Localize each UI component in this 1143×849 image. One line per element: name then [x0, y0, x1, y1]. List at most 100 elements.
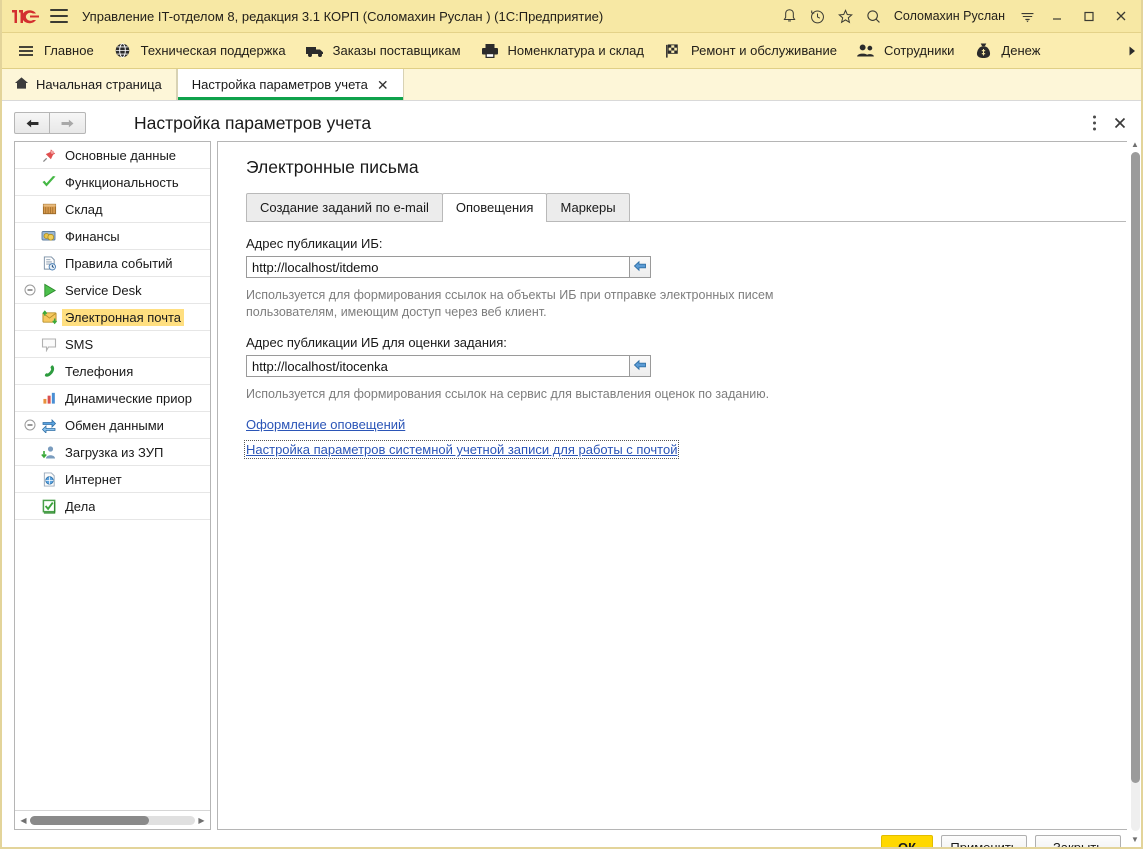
workspace: Основные данные Функциональность Склад — [0, 141, 1143, 830]
form-footer: ОК Применить Закрыть — [0, 830, 1143, 849]
people-icon — [856, 41, 876, 61]
ib-rating-address-select-button[interactable] — [629, 355, 651, 377]
back-button[interactable] — [14, 112, 50, 134]
tree-item-label: Электронная почта — [62, 309, 184, 326]
vertical-scrollbar-track[interactable] — [1131, 152, 1140, 831]
main-menu-lines-icon[interactable] — [1013, 2, 1041, 30]
form-tab-label: Маркеры — [560, 200, 615, 215]
window-tab-home[interactable]: Начальная страница — [0, 69, 177, 100]
form-vertical-scrollbar[interactable]: ▲ ▼ — [1127, 137, 1143, 846]
ib-publication-address-label: Адрес публикации ИБ: — [246, 236, 1126, 251]
tree-item-label: Динамические приор — [65, 391, 192, 406]
document-clock-icon — [39, 254, 59, 272]
menu-item-money[interactable]: Денеж — [967, 33, 1053, 68]
tree-item-finance[interactable]: Финансы — [15, 223, 210, 250]
system-account-settings-link-wrap: Настройка параметров системной учетной з… — [246, 442, 1126, 467]
forward-button[interactable] — [50, 112, 86, 134]
tree-expander-collapse-icon[interactable] — [21, 419, 39, 431]
scroll-down-arrow-icon[interactable]: ▼ — [1127, 832, 1143, 846]
tree-item-internet[interactable]: Интернет — [15, 466, 210, 493]
kebab-menu-icon[interactable] — [1081, 110, 1107, 136]
ib-publication-address-input[interactable] — [246, 256, 629, 278]
menu-item-label: Сотрудники — [884, 43, 954, 58]
scroll-left-arrow-icon[interactable]: ◀ — [17, 816, 30, 825]
ib-rating-address-label: Адрес публикации ИБ для оценки задания: — [246, 335, 1126, 350]
truck-icon — [305, 41, 325, 61]
settings-content-panel: Электронные письма Создание заданий по e… — [217, 141, 1143, 830]
system-account-settings-link[interactable]: Настройка параметров системной учетной з… — [246, 442, 677, 457]
tree-item-label: Финансы — [65, 229, 120, 244]
vertical-scrollbar-thumb[interactable] — [1131, 152, 1140, 783]
tree-item-dynamic-priorities[interactable]: Динамические приор — [15, 385, 210, 412]
scrollbar-track[interactable] — [30, 816, 195, 825]
main-menu-burger-icon[interactable] — [50, 9, 68, 23]
menu-item-nomenclature-warehouse[interactable]: Номенклатура и склад — [474, 33, 657, 68]
current-user-label[interactable]: Соломахин Руслан — [888, 9, 1013, 23]
checkered-flag-icon — [663, 41, 683, 61]
tree-item-main-data[interactable]: Основные данные — [15, 142, 210, 169]
printer-icon — [480, 41, 500, 61]
close-form-icon[interactable] — [1107, 110, 1133, 136]
exchange-icon — [39, 416, 59, 434]
maximize-button[interactable] — [1073, 2, 1105, 30]
ib-rating-address-field-row — [246, 355, 651, 377]
email-icon — [39, 308, 59, 326]
ib-publication-address-select-button[interactable] — [629, 256, 651, 278]
tree-item-service-desk[interactable]: Service Desk — [15, 277, 210, 304]
minimize-button[interactable] — [1041, 2, 1073, 30]
tree-item-import-from-zup[interactable]: Загрузка из ЗУП — [15, 439, 210, 466]
window-tab-label: Настройка параметров учета — [192, 77, 368, 92]
tree-expander-collapse-icon[interactable] — [21, 284, 39, 296]
pin-icon — [39, 146, 59, 164]
ok-button[interactable]: ОК — [881, 835, 933, 849]
sms-bubble-icon — [39, 335, 59, 353]
notification-design-link[interactable]: Оформление оповещений — [246, 417, 405, 432]
notification-design-link-wrap: Оформление оповещений — [246, 417, 1126, 442]
ib-publication-address-hint: Используется для формирования ссылок на … — [246, 287, 806, 321]
history-clock-icon[interactable] — [804, 2, 832, 30]
menu-item-label: Ремонт и обслуживание — [691, 43, 837, 58]
tree-item-warehouse[interactable]: Склад — [15, 196, 210, 223]
blue-left-arrow-icon — [633, 259, 647, 276]
tree-item-event-rules[interactable]: Правила событий — [15, 250, 210, 277]
tree-item-telephony[interactable]: Телефония — [15, 358, 210, 385]
scroll-up-arrow-icon[interactable]: ▲ — [1127, 137, 1143, 151]
sections-menu-bar: Главное Техническая поддержка Заказы пос… — [0, 33, 1143, 69]
tab-markers[interactable]: Маркеры — [546, 193, 629, 221]
bell-icon[interactable] — [776, 2, 804, 30]
close-button[interactable] — [1105, 2, 1137, 30]
tab-notifications[interactable]: Оповещения — [442, 193, 548, 222]
tree-item-functionality[interactable]: Функциональность — [15, 169, 210, 196]
box-icon — [39, 200, 59, 218]
check-green-icon — [39, 173, 59, 191]
tree-item-data-exchange[interactable]: Обмен данными — [15, 412, 210, 439]
menu-item-label: Номенклатура и склад — [508, 43, 644, 58]
tree-item-sms[interactable]: SMS — [15, 331, 210, 358]
ib-rating-address-input[interactable] — [246, 355, 629, 377]
tab-create-tasks-by-email[interactable]: Создание заданий по e-mail — [246, 193, 443, 221]
favorites-star-icon[interactable] — [832, 2, 860, 30]
search-icon[interactable] — [860, 2, 888, 30]
menu-item-repair-service[interactable]: Ремонт и обслуживание — [657, 33, 850, 68]
tree-item-label: Правила событий — [65, 256, 173, 271]
menu-item-supplier-orders[interactable]: Заказы поставщикам — [299, 33, 474, 68]
phone-icon — [39, 362, 59, 380]
scroll-right-arrow-icon[interactable]: ▶ — [195, 816, 208, 825]
settings-tree-list: Основные данные Функциональность Склад — [15, 142, 210, 810]
internet-globe-icon — [39, 470, 59, 488]
bar-chart-icon — [39, 389, 59, 407]
scrollbar-thumb[interactable] — [30, 816, 149, 825]
tree-item-tasks[interactable]: Дела — [15, 493, 210, 520]
close-form-button[interactable]: Закрыть — [1035, 835, 1121, 849]
apply-button[interactable]: Применить — [941, 835, 1027, 849]
form-tab-label: Создание заданий по e-mail — [260, 200, 429, 215]
window-tab-accounting-settings[interactable]: Настройка параметров учета ✕ — [177, 69, 404, 100]
menu-overflow-chevron-right-icon[interactable] — [1121, 33, 1143, 68]
menu-item-employees[interactable]: Сотрудники — [850, 33, 967, 68]
tree-item-email[interactable]: Электронная почта — [15, 304, 210, 331]
tree-horizontal-scrollbar[interactable]: ◀ ▶ — [15, 810, 210, 829]
1c-logo-icon — [10, 6, 40, 26]
window-tab-close-icon[interactable]: ✕ — [375, 78, 389, 92]
menu-item-main[interactable]: Главное — [10, 33, 107, 68]
menu-item-tech-support[interactable]: Техническая поддержка — [107, 33, 299, 68]
